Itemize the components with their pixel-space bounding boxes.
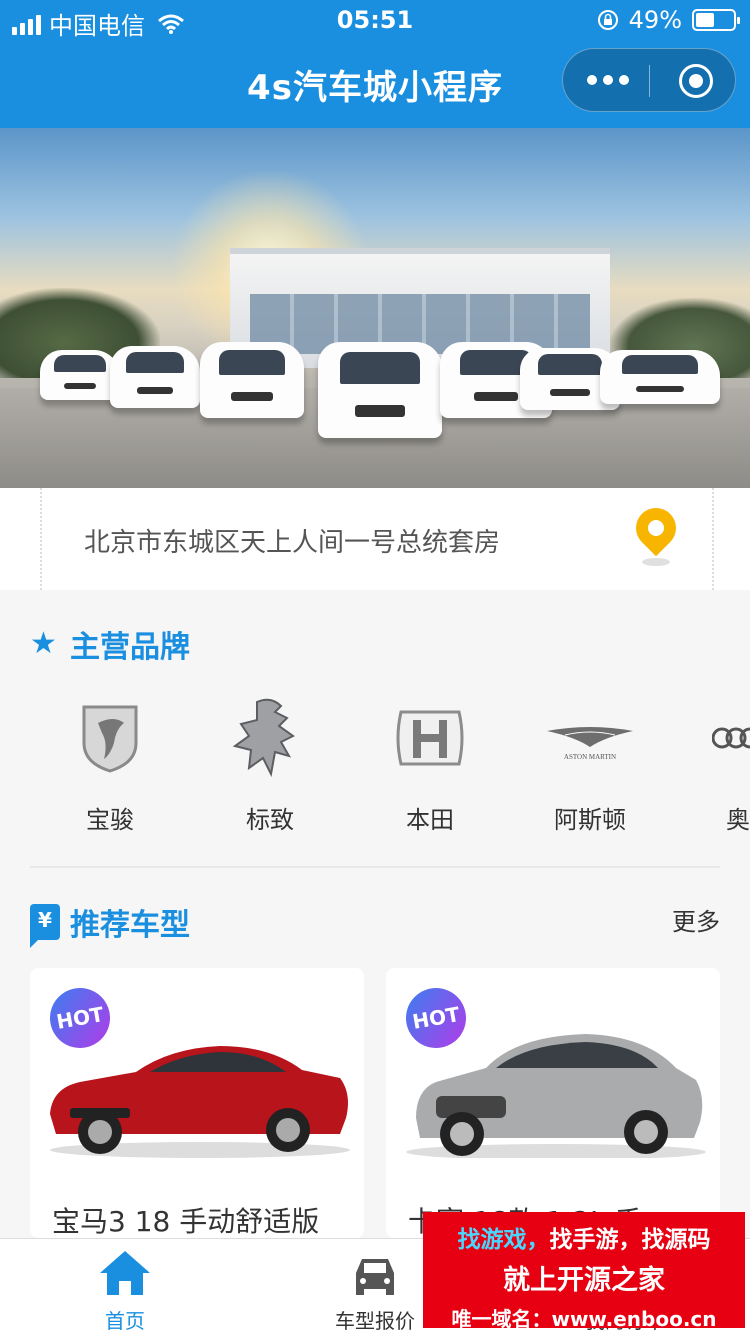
- location-pin-icon[interactable]: [627, 499, 685, 570]
- recommend-title: 推荐车型: [70, 908, 190, 943]
- aston-martin-logo-icon: ASTON MARTIN: [547, 727, 633, 761]
- battery-icon: [692, 9, 740, 31]
- car-card[interactable]: HOT 卡宴 18款 1.2L 手: [386, 968, 720, 1238]
- brand-item-peugeot[interactable]: 标致: [200, 690, 340, 835]
- baojun-logo-icon: [82, 705, 138, 773]
- honda-logo-icon: [396, 710, 464, 766]
- capsule-menu: [562, 48, 736, 112]
- more-link[interactable]: 更多: [672, 902, 720, 937]
- section-divider: [30, 866, 720, 868]
- brands-header: ★ 主营品牌: [30, 622, 190, 666]
- home-icon: [100, 1251, 150, 1295]
- brand-item-aston-martin[interactable]: ASTON MARTIN 阿斯顿: [520, 690, 660, 835]
- car-card[interactable]: HOT 宝马3 18 手动舒适版: [30, 968, 364, 1238]
- status-bar: 中国电信 05:51 49%: [0, 0, 750, 40]
- mini-program-page: 中国电信 05:51 49% 4s汽车城小程序 北京市东城区天上人间一号总统套房…: [0, 0, 750, 1334]
- battery-percent: 49%: [628, 6, 682, 34]
- brand-item-baojun[interactable]: 宝骏: [40, 690, 180, 835]
- address-text: 北京市东城区天上人间一号总统套房: [84, 528, 501, 558]
- peugeot-lion-icon: [232, 698, 295, 778]
- close-miniprogram-icon[interactable]: [679, 64, 713, 98]
- car-icon: [356, 1259, 394, 1295]
- svg-text:ASTON MARTIN: ASTON MARTIN: [564, 753, 616, 761]
- audi-rings-icon: [712, 727, 750, 749]
- dealership-banner[interactable]: [0, 128, 750, 488]
- top-bar: 中国电信 05:51 49% 4s汽车城小程序: [0, 0, 750, 128]
- brands-title: 主营品牌: [70, 630, 190, 665]
- recommend-header: ¥ 推荐车型: [30, 900, 190, 948]
- brand-item-audi[interactable]: 奥: [690, 690, 750, 835]
- star-icon: ★: [30, 626, 57, 661]
- more-options-icon[interactable]: [587, 75, 629, 85]
- brand-list: 宝骏 标致 本田 ASTON MARTIN 阿斯顿 奥: [0, 690, 750, 850]
- rotation-lock-icon: [597, 10, 618, 30]
- car-name: 宝马3 18 手动舒适版: [52, 1205, 320, 1238]
- tab-home[interactable]: 首页: [0, 1239, 250, 1334]
- address-card[interactable]: 北京市东城区天上人间一号总统套房: [0, 488, 750, 590]
- watermark-ad: 找游戏，找手游，找源码 就上开源之家 唯一域名：www.enboo.cn: [423, 1212, 745, 1331]
- brand-item-honda[interactable]: 本田: [360, 690, 500, 835]
- price-tag-icon: ¥: [30, 904, 60, 948]
